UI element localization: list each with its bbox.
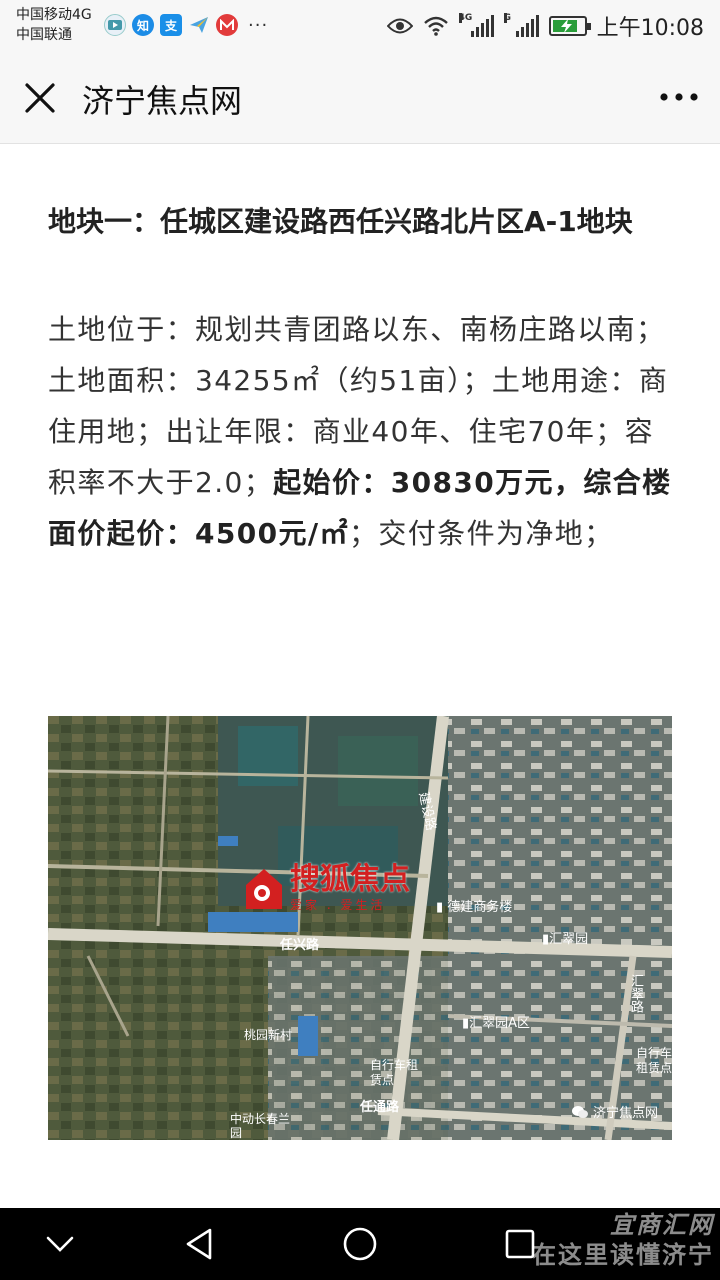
wechat-icon bbox=[571, 1105, 588, 1118]
back-button[interactable] bbox=[180, 1224, 220, 1264]
sohu-focus-logo: 搜狐焦点 爱家 . 爱生活 bbox=[244, 864, 410, 913]
carrier-2: 中国联通 bbox=[16, 27, 72, 43]
alipay-icon: 支 bbox=[160, 14, 182, 36]
article-paragraph: 土地位于：规划共青团路以东、南杨庄路以南；土地面积：34255㎡（约51亩）；土… bbox=[48, 304, 672, 559]
home-circle-icon bbox=[343, 1227, 377, 1261]
signal-4g-icon: 4G bbox=[458, 13, 494, 37]
close-button[interactable] bbox=[20, 78, 60, 118]
system-nav-bar: 宜商汇网 在这里读懂济宁 bbox=[0, 1208, 720, 1280]
status-bar: 中国移动4G 中国联通 知 支 ··· 4G G 上午10:08 bbox=[0, 0, 720, 52]
home-button[interactable] bbox=[340, 1224, 380, 1264]
map-label-renyi-road: 任通路 bbox=[360, 1100, 400, 1115]
map-label-taoyuan-village: 桃园新村 bbox=[244, 1028, 293, 1042]
more-dots-icon bbox=[660, 93, 698, 101]
more-options-button[interactable] bbox=[654, 74, 704, 120]
map-watermark: 济宁焦点网 bbox=[571, 1102, 658, 1121]
map-label-bike-rental-1: 自行车租赁点 bbox=[370, 1058, 419, 1087]
wifi-icon bbox=[423, 16, 448, 36]
hide-nav-button[interactable] bbox=[40, 1224, 80, 1264]
map-label-huicuiyuan-a-text: 汇翠园A区 bbox=[469, 1016, 531, 1031]
article-content: 地块一：任城区建设路西任兴路北片区A-1地块 土地位于：规划共青团路以东、南杨庄… bbox=[48, 196, 672, 559]
logo-slogan: 爱家 . 爱生活 bbox=[290, 898, 386, 912]
close-icon bbox=[25, 83, 55, 113]
logo-text: 搜狐焦点 bbox=[290, 862, 410, 897]
watermark-line-2: 在这里读懂济宁 bbox=[532, 1241, 714, 1269]
battery-icon bbox=[548, 16, 591, 36]
map-label-huicuiyuan-a: ▮汇翠园A区 bbox=[462, 1016, 531, 1031]
chevron-down-icon bbox=[46, 1236, 74, 1252]
map-watermark-text: 济宁焦点网 bbox=[592, 1106, 658, 1121]
map-label-dejian-text: 德建商务楼 bbox=[447, 900, 513, 915]
forum-watermark: 宜商汇网 在这里读懂济宁 bbox=[532, 1210, 714, 1270]
map-label-huicuiyuan-text: 汇翠园 bbox=[549, 932, 589, 947]
paper-plane-icon bbox=[188, 14, 210, 36]
map-label-dejian-building: ▮ 德建商务楼 bbox=[436, 900, 513, 915]
article-headline: 地块一：任城区建设路西任兴路北片区A-1地块 bbox=[48, 205, 633, 238]
satellite-map-image[interactable]: 搜狐焦点 爱家 . 爱生活 建设路 ▮ 德建商务楼 ▮汇翠园 任兴路 汇翠路 ▮… bbox=[48, 716, 672, 1140]
system-icons: 4G G 上午10:08 bbox=[386, 10, 704, 42]
more-notifications-icon: ··· bbox=[248, 14, 269, 36]
map-label-renxing-road: 任兴路 bbox=[280, 938, 320, 953]
map-label-zhongdong: 中动长春兰园 bbox=[230, 1112, 291, 1140]
title-bar: 济宁焦点网 bbox=[0, 52, 720, 144]
video-app-icon bbox=[104, 14, 126, 36]
metro-icon bbox=[216, 14, 238, 36]
paragraph-text-end: ；交付条件为净地； bbox=[348, 517, 614, 550]
signal-g-icon: G bbox=[503, 13, 539, 37]
map-label-huicuiyuan: ▮汇翠园 bbox=[542, 932, 589, 947]
carrier-1: 中国移动4G bbox=[16, 7, 92, 23]
map-label-huicui-road: 汇翠路 bbox=[628, 974, 643, 1013]
map-label-bike-rental-2: 自行车租赁点 bbox=[636, 1046, 672, 1075]
page-title: 济宁焦点网 bbox=[82, 82, 243, 120]
clock: 上午10:08 bbox=[596, 16, 704, 41]
zhihu-icon: 知 bbox=[132, 14, 154, 36]
eye-icon bbox=[386, 18, 413, 34]
notification-icons: 知 支 ··· bbox=[104, 14, 268, 36]
carrier-info: 中国移动4G 中国联通 bbox=[16, 5, 92, 45]
house-logo-icon bbox=[246, 868, 282, 909]
watermark-line-1: 宜商汇网 bbox=[610, 1211, 714, 1239]
back-triangle-icon bbox=[186, 1228, 212, 1260]
